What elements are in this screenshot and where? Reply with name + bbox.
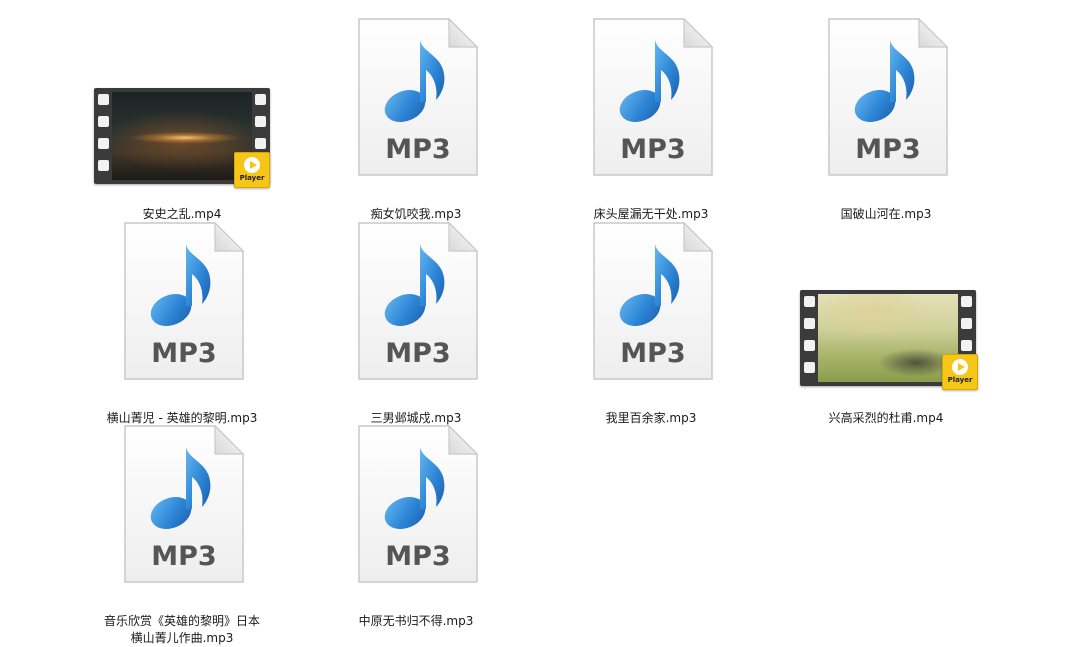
file-item[interactable]: Player 兴高采烈的杜甫.mp4 [768, 222, 1004, 427]
mp3-file-icon: MP3 [64, 425, 300, 609]
file-name[interactable]: 国破山河在.mp3 [768, 206, 1004, 223]
video-frame [112, 92, 252, 180]
mp3-label: MP3 [385, 134, 450, 165]
mp3-file-icon: MP3 [298, 222, 534, 406]
mp3-label: MP3 [620, 338, 685, 369]
mp3-file-icon: MP3 [298, 425, 534, 609]
video-frame [818, 294, 958, 382]
mp3-file-icon: MP3 [64, 222, 300, 406]
file-name[interactable]: 音乐欣赏《英雄的黎明》日本 横山菁儿作曲.mp3 [64, 613, 300, 647]
file-item[interactable]: MP3 三男邺城戍.mp3 [298, 222, 534, 427]
mp3-label: MP3 [385, 541, 450, 572]
file-item[interactable]: MP3 床头屋漏无干处.mp3 [533, 18, 769, 223]
mp3-file-icon: MP3 [768, 18, 1004, 202]
file-name[interactable]: 我里百余家.mp3 [533, 410, 769, 427]
mp3-label: MP3 [620, 134, 685, 165]
file-item[interactable]: MP3 音乐欣赏《英雄的黎明》日本 横山菁儿作曲.mp3 [64, 425, 300, 647]
file-name[interactable]: 中原无书归不得.mp3 [298, 613, 534, 630]
file-name[interactable]: 兴高采烈的杜甫.mp4 [768, 410, 1004, 427]
mp3-file-icon: MP3 [533, 18, 769, 202]
file-name[interactable]: 床头屋漏无干处.mp3 [533, 206, 769, 223]
file-item[interactable]: MP3 痴女饥咬我.mp3 [298, 18, 534, 223]
file-name[interactable]: 痴女饥咬我.mp3 [298, 206, 534, 223]
video-thumbnail-icon: Player [64, 18, 300, 202]
file-item[interactable]: MP3 中原无书归不得.mp3 [298, 425, 534, 630]
mp3-label: MP3 [151, 541, 216, 572]
file-item[interactable]: Player 安史之乱.mp4 [64, 18, 300, 223]
file-name[interactable]: 安史之乱.mp4 [64, 206, 300, 223]
player-badge-icon: Player [942, 354, 978, 390]
mp3-file-icon: MP3 [533, 222, 769, 406]
mp3-label: MP3 [385, 338, 450, 369]
video-thumbnail-icon: Player [768, 222, 1004, 406]
mp3-file-icon: MP3 [298, 18, 534, 202]
file-item[interactable]: MP3 横山菁児 - 英雄的黎明.mp3 [64, 222, 300, 427]
mp3-label: MP3 [855, 134, 920, 165]
mp3-label: MP3 [151, 338, 216, 369]
player-badge-icon: Player [234, 152, 270, 188]
file-item[interactable]: MP3 国破山河在.mp3 [768, 18, 1004, 223]
file-item[interactable]: MP3 我里百余家.mp3 [533, 222, 769, 427]
